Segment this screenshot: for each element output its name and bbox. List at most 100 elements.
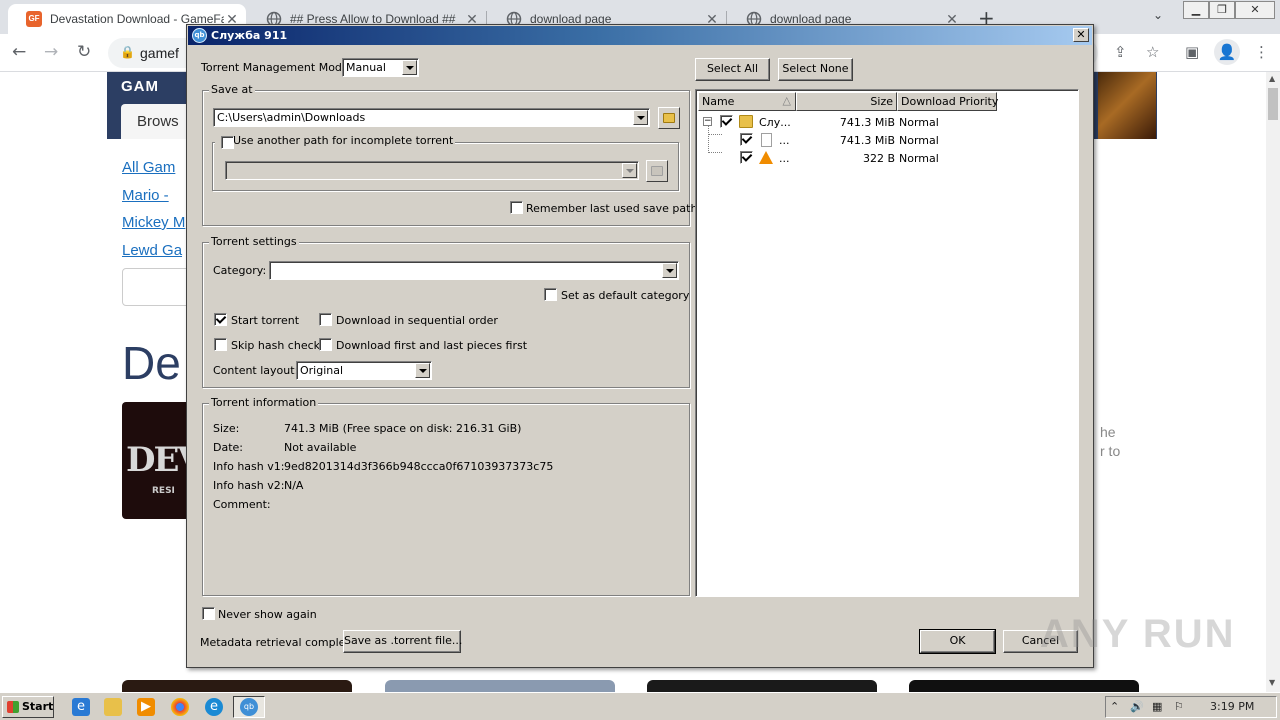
site-logo[interactable]: GAM — [121, 78, 159, 95]
tray-expand-icon[interactable]: ⌃ — [1110, 700, 1119, 713]
file-priority: Normal — [899, 134, 939, 147]
save-at-title: Save at — [209, 83, 255, 96]
dialog-title: Служба 911 — [211, 29, 288, 42]
incomplete-path-input[interactable] — [225, 161, 639, 180]
browse-folder-button[interactable] — [658, 107, 680, 129]
remember-path-checkbox[interactable] — [510, 201, 523, 214]
use-another-path-checkbox[interactable] — [221, 136, 234, 149]
qbittorrent-taskbar-button[interactable]: qb — [233, 696, 265, 718]
close-icon[interactable]: ✕ — [1235, 1, 1275, 19]
game-link[interactable]: Mario - — [122, 182, 185, 210]
file-name: Слу... — [759, 116, 791, 129]
file-name: ... — [779, 134, 790, 147]
category-select[interactable] — [269, 261, 679, 280]
skip-hash-checkbox[interactable] — [214, 338, 227, 351]
scroll-down-icon[interactable]: ▼ — [1269, 678, 1275, 687]
sequential-checkbox[interactable] — [319, 313, 332, 326]
dialog-close-button[interactable]: ✕ — [1073, 28, 1089, 42]
start-torrent-checkbox[interactable] — [214, 313, 227, 326]
file-row[interactable]: − Слу... 741.3 MiB Normal — [698, 113, 1078, 131]
select-all-button[interactable]: Select All — [695, 58, 770, 81]
windows-logo-icon — [7, 701, 19, 713]
bookmark-star-icon[interactable]: ☆ — [1146, 43, 1159, 61]
chevron-down-icon[interactable] — [415, 363, 430, 378]
file-size: 741.3 MiB — [839, 134, 895, 147]
ok-button[interactable]: OK — [919, 629, 996, 654]
related-game-thumb[interactable] — [122, 680, 352, 692]
start-button[interactable]: Start — [2, 696, 54, 718]
chrome-icon[interactable] — [171, 698, 189, 716]
set-default-category-checkbox[interactable] — [544, 288, 557, 301]
first-last-label: Download first and last pieces first — [336, 339, 528, 352]
category-label: Category: — [213, 264, 267, 277]
set-default-category-label: Set as default category — [561, 289, 690, 302]
file-size: 741.3 MiB — [839, 116, 895, 129]
scrollbar-thumb[interactable] — [1268, 88, 1278, 120]
browse-incomplete-folder-button[interactable] — [646, 160, 668, 182]
torrent-settings-title: Torrent settings — [209, 235, 299, 248]
scroll-up-icon[interactable]: ▲ — [1269, 74, 1275, 83]
chevron-down-icon[interactable]: ⌄ — [1153, 8, 1163, 22]
page-scrollbar[interactable]: ▲ ▼ — [1266, 72, 1280, 692]
forward-icon[interactable]: → — [44, 42, 58, 62]
related-game-thumb[interactable] — [647, 680, 877, 692]
anyrun-watermark: ANY RUN — [1040, 612, 1236, 656]
file-priority: Normal — [899, 152, 939, 165]
never-show-checkbox[interactable] — [202, 607, 215, 620]
select-none-button[interactable]: Select None — [778, 58, 853, 81]
never-show-label: Never show again — [218, 608, 317, 621]
file-checkbox[interactable] — [740, 133, 753, 146]
reload-icon[interactable]: ↻ — [77, 42, 91, 62]
volume-icon[interactable]: 🔊 — [1130, 700, 1144, 713]
info-hash2-value: N/A — [284, 479, 304, 492]
chevron-down-icon[interactable] — [662, 263, 677, 278]
column-size[interactable]: Size — [796, 92, 897, 111]
file-tree[interactable]: Name △ Size Download Priority − Слу... 7… — [695, 89, 1079, 597]
sequential-label: Download in sequential order — [336, 314, 498, 327]
info-date-label: Date: — [213, 441, 243, 454]
share-icon[interactable]: ⇪ — [1114, 43, 1127, 61]
chevron-down-icon[interactable] — [402, 60, 417, 75]
edge-icon[interactable]: e — [205, 698, 223, 716]
internet-explorer-icon[interactable]: e — [72, 698, 90, 716]
tmm-select[interactable]: Manual — [342, 58, 419, 77]
info-hash1-value: 9ed8201314d3f366b948ccca0f67103937373c75 — [284, 460, 554, 473]
first-last-checkbox[interactable] — [319, 338, 332, 351]
dialog-titlebar[interactable]: qb Служба 911 ✕ — [188, 26, 1092, 45]
flag-icon[interactable]: ⚐ — [1174, 700, 1184, 713]
game-cover-image[interactable]: DEV RESI — [122, 402, 192, 519]
content-layout-select[interactable]: Original — [296, 361, 432, 380]
side-panel-icon[interactable]: ▣ — [1185, 43, 1199, 61]
collapse-icon[interactable]: − — [703, 117, 712, 126]
lock-icon: 🔒 — [120, 45, 135, 59]
related-game-thumb[interactable] — [385, 680, 615, 692]
profile-avatar[interactable]: 👤 — [1214, 39, 1240, 65]
info-hash2-label: Info hash v2: — [213, 479, 285, 492]
file-row[interactable]: ... 322 B Normal — [698, 149, 1078, 167]
save-path-input[interactable]: C:\Users\admin\Downloads — [213, 108, 650, 127]
file-checkbox[interactable] — [740, 151, 753, 164]
back-icon[interactable]: ← — [12, 42, 26, 62]
minimize-icon[interactable]: ▁ — [1183, 1, 1209, 19]
file-checkbox[interactable] — [720, 115, 733, 128]
game-link[interactable]: Mickey M — [122, 209, 185, 237]
incomplete-path-group: Use another path for incomplete torrent — [212, 134, 679, 191]
network-icon[interactable]: ▦ — [1152, 700, 1162, 713]
clock[interactable]: 3:19 PM — [1210, 700, 1254, 713]
file-row[interactable]: ... 741.3 MiB Normal — [698, 131, 1078, 149]
file-explorer-icon[interactable] — [104, 698, 122, 716]
media-player-icon[interactable]: ▶ — [137, 698, 155, 716]
menu-icon[interactable]: ⋮ — [1254, 43, 1269, 61]
game-link[interactable]: Lewd Ga — [122, 237, 185, 265]
related-game-thumb[interactable] — [909, 680, 1139, 692]
save-torrent-file-button[interactable]: Save as .torrent file... — [343, 630, 462, 653]
folder-icon — [663, 113, 675, 123]
chevron-down-icon[interactable] — [633, 110, 648, 125]
column-priority[interactable]: Download Priority — [897, 92, 999, 111]
chevron-down-icon[interactable] — [622, 163, 637, 178]
restore-icon[interactable]: ❐ — [1209, 1, 1235, 19]
column-name[interactable]: Name △ — [698, 92, 796, 111]
column-priority-label: Download Priority — [901, 95, 999, 108]
game-link[interactable]: All Gam — [122, 154, 185, 182]
description-line: he — [1100, 424, 1116, 440]
